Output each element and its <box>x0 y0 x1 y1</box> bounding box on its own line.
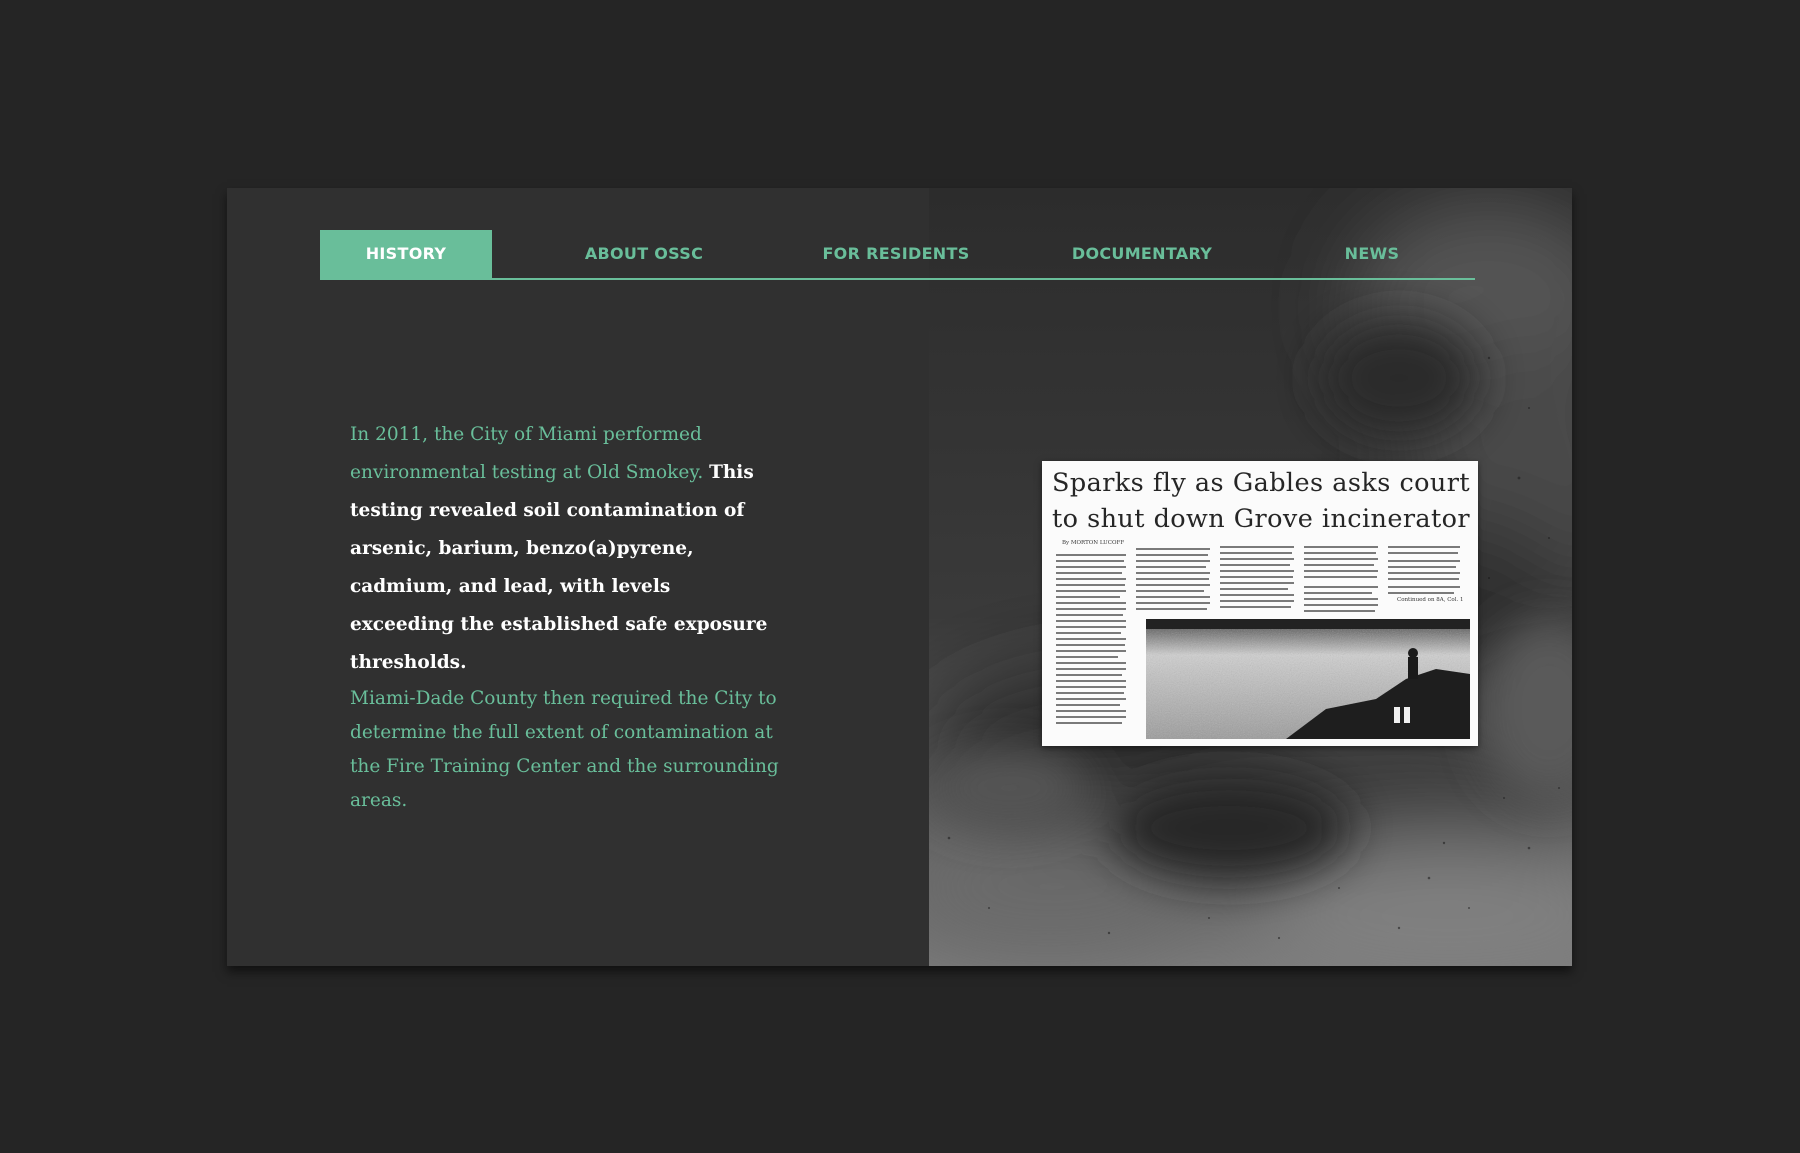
clipping-continued-note: Continued on 8A, Col. 1 <box>1397 597 1464 603</box>
nav-documentary[interactable]: DOCUMENTARY <box>1054 230 1230 278</box>
clipping-headline: Sparks fly as Gables asks court to shut … <box>1052 468 1470 534</box>
newspaper-clipping: Sparks fly as Gables asks court to shut … <box>1042 461 1478 746</box>
intro-text: In 2011, the City of Miami performed env… <box>350 424 704 483</box>
nav-for-residents[interactable]: FOR RESIDENTS <box>806 230 986 278</box>
nav-about-ossc[interactable]: ABOUT OSSC <box>564 230 724 278</box>
followup-text: Miami-Dade County then required the City… <box>350 688 779 811</box>
nav-news[interactable]: NEWS <box>1322 230 1422 278</box>
nav-history[interactable]: HISTORY <box>320 230 492 278</box>
main-nav: HISTORY ABOUT OSSC FOR RESIDENTS DOCUMEN… <box>320 230 1475 280</box>
clipping-photo-image <box>1146 619 1470 739</box>
text-panel: In 2011, the City of Miami performed env… <box>227 188 929 966</box>
highlight-text: This testing revealed soil contamination… <box>350 462 768 673</box>
history-copy: In 2011, the City of Miami performed env… <box>350 416 780 818</box>
